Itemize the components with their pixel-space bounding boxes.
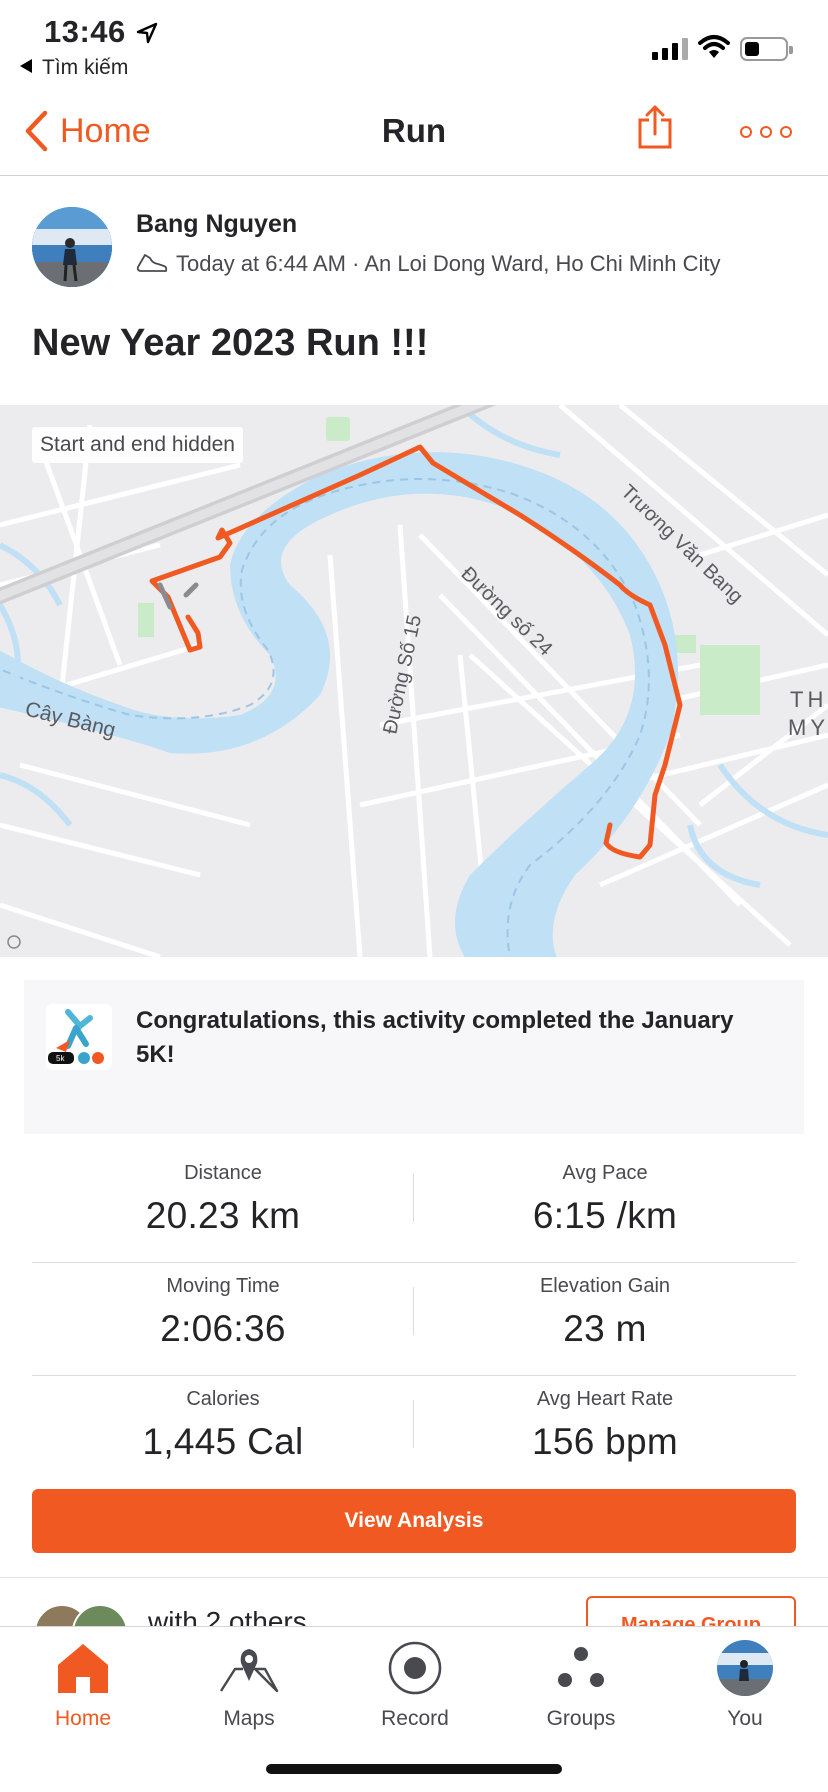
activity-title: New Year 2023 Run !!! [32, 322, 429, 364]
stats-row: Calories 1,445 Cal Avg Heart Rate 156 bp… [32, 1376, 796, 1489]
stat-value: 2:06:36 [160, 1308, 286, 1349]
home-icon [58, 1644, 108, 1693]
stat-avg-pace: Avg Pace 6:15 /km [414, 1162, 796, 1237]
tab-maps[interactable]: Maps [166, 1627, 332, 1731]
tab-label: Home [54, 1707, 112, 1730]
stat-value: 23 m [563, 1308, 647, 1349]
stat-avg-heart-rate: Avg Heart Rate 156 bpm [414, 1388, 796, 1463]
location-arrow-icon [136, 22, 158, 44]
manage-group-button[interactable]: Manage Group [586, 1596, 796, 1626]
stat-moving-time: Moving Time 2:06:36 [32, 1275, 414, 1350]
share-icon[interactable] [636, 104, 674, 150]
record-icon [388, 1641, 442, 1695]
page-title: Run [381, 112, 447, 149]
tab-label: Groups [546, 1707, 616, 1730]
activity-meta-text: Today at 6:44 AM · An Loi Dong Ward, Ho … [176, 251, 721, 276]
activity-meta: Today at 6:44 AM · An Loi Dong Ward, Ho … [136, 251, 721, 277]
stat-label: Avg Pace [562, 1162, 648, 1184]
view-analysis-button[interactable]: View Analysis [32, 1489, 796, 1553]
map-canvas: Trương Văn Bang Đường số 24 Đường Số 15 … [0, 405, 828, 957]
back-triangle-icon [20, 59, 32, 73]
challenge-text: Congratulations, this activity completed… [136, 1007, 734, 1068]
athlete-name[interactable]: Bang Nguyen [136, 210, 297, 239]
profile-avatar [717, 1640, 773, 1696]
groups-icon [558, 1647, 604, 1687]
stat-value: 20.23 km [145, 1195, 301, 1236]
privacy-badge: Start and end hidden [32, 427, 243, 463]
badge-5k-text: 5k [56, 1054, 65, 1063]
tab-label: You [727, 1707, 763, 1730]
stat-label: Distance [184, 1162, 262, 1184]
stat-value: 156 bpm [531, 1421, 679, 1462]
athlete-avatar[interactable] [32, 207, 112, 287]
challenge-badge-icon: 5k [46, 1004, 112, 1070]
group-text: with 2 others [148, 1606, 307, 1626]
stat-calories: Calories 1,445 Cal [32, 1388, 414, 1463]
home-indicator [266, 1764, 562, 1774]
tab-label: Maps [223, 1707, 275, 1730]
tab-home[interactable]: Home [0, 1627, 166, 1731]
stat-value: 6:15 /km [532, 1195, 678, 1236]
stats-row: Moving Time 2:06:36 Elevation Gain 23 m [32, 1263, 796, 1376]
back-app-label: Tìm kiếm [42, 56, 129, 79]
challenge-banner[interactable]: 5k Congratulations, this activity comple… [24, 980, 804, 1134]
stats-row: Distance 20.23 km Avg Pace 6:15 /km [32, 1150, 796, 1263]
back-to-app-link[interactable]: Tìm kiếm [20, 56, 128, 80]
stat-label: Elevation Gain [539, 1275, 671, 1297]
map-label-th: TH [790, 687, 827, 712]
map-label-my: MY [788, 715, 828, 740]
map-pin-icon [219, 1649, 279, 1693]
tab-you[interactable]: You [662, 1627, 828, 1731]
shoe-icon [136, 254, 168, 272]
stat-distance: Distance 20.23 km [32, 1162, 414, 1237]
stat-label: Calories [186, 1388, 260, 1410]
status-bar: 13:46 Tìm kiếm [0, 0, 828, 90]
wifi-icon [698, 35, 730, 58]
tab-label: Record [381, 1707, 449, 1730]
cellular-signal-icon [652, 38, 688, 60]
stat-value: 1,445 Cal [142, 1421, 304, 1462]
tab-record[interactable]: Record [332, 1627, 498, 1731]
route-map[interactable]: Trương Văn Bang Đường số 24 Đường Số 15 … [0, 405, 828, 957]
group-member-avatar[interactable] [72, 1604, 128, 1626]
stats-grid: Distance 20.23 km Avg Pace 6:15 /km Movi… [32, 1150, 796, 1489]
stat-elevation-gain: Elevation Gain 23 m [414, 1275, 796, 1350]
group-section: with 2 others Manage Group [0, 1578, 828, 1626]
battery-icon [740, 37, 793, 61]
more-options-icon[interactable] [740, 126, 792, 138]
status-time: 13:46 [44, 14, 126, 49]
tab-groups[interactable]: Groups [498, 1627, 664, 1731]
stat-label: Avg Heart Rate [536, 1388, 674, 1410]
nav-bar: Home Run [0, 90, 828, 176]
stat-label: Moving Time [166, 1275, 280, 1297]
